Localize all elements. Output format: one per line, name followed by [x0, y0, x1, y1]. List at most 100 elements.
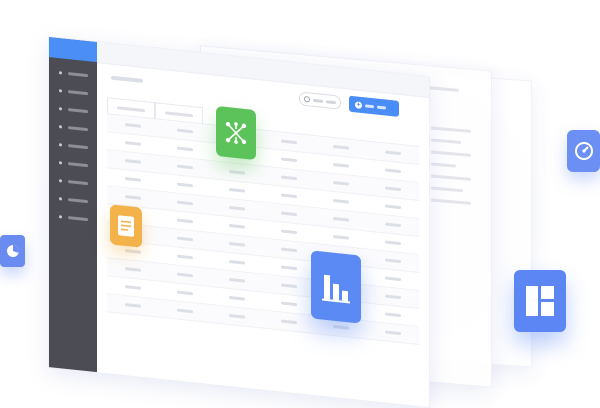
cell-placeholder-bar: [125, 267, 141, 272]
cell-placeholder-bar: [177, 236, 193, 242]
search-input[interactable]: [299, 91, 341, 110]
cell-placeholder-bar: [333, 180, 349, 186]
bar-chart-tile: [311, 250, 361, 324]
cell-placeholder-bar: [385, 294, 401, 300]
table-cell: [211, 294, 263, 302]
table-cell: [315, 215, 367, 223]
table-cell: [263, 228, 315, 236]
add-button-label-bar: [377, 105, 386, 110]
table-cell: [159, 181, 211, 189]
gauge-tile: [567, 130, 600, 172]
table-cell: [107, 157, 159, 165]
table-cell: [211, 204, 263, 212]
plus-icon: +: [355, 100, 362, 109]
cell-placeholder-bar: [385, 186, 401, 192]
cell-placeholder-bar: [281, 193, 297, 199]
table-cell: [159, 235, 211, 243]
table-cell: [315, 161, 367, 169]
back-window-1-header: [429, 86, 459, 92]
table-body: [107, 114, 419, 345]
table-cell: [159, 289, 211, 297]
window-stack: +: [0, 0, 600, 408]
main-window: +: [48, 36, 430, 408]
table-cell: [263, 174, 315, 182]
data-table: [107, 97, 419, 345]
cell-placeholder-bar: [281, 319, 297, 325]
gauge-icon: [574, 141, 594, 161]
bar-chart-icon: [321, 268, 351, 305]
back-window-1-lines: [431, 126, 471, 213]
cell-placeholder-bar: [177, 182, 193, 188]
table-cell: [315, 179, 367, 187]
add-button[interactable]: +: [349, 95, 399, 117]
table-cell: [367, 239, 419, 247]
cell-placeholder-bar: [229, 188, 245, 193]
table-cell: [211, 222, 263, 230]
table-cell: [107, 301, 159, 309]
sidebar-item[interactable]: [49, 206, 97, 229]
cell-placeholder-bar: [177, 146, 193, 152]
cell-placeholder-bar: [333, 198, 349, 204]
cell-placeholder-bar: [177, 218, 193, 224]
table-cell: [159, 307, 211, 315]
cell-placeholder-bar: [229, 278, 245, 283]
table-cell: [159, 145, 211, 153]
table-cell: [263, 210, 315, 218]
cell-placeholder-bar: [281, 211, 297, 217]
table-cell: [263, 156, 315, 164]
table-cell: [263, 246, 315, 254]
cell-placeholder-bar: [229, 242, 245, 247]
cell-placeholder-bar: [281, 157, 297, 163]
table-cell: [107, 283, 159, 291]
cell-placeholder-bar: [177, 164, 193, 170]
cell-placeholder-bar: [229, 296, 245, 301]
cell-placeholder-bar: [229, 206, 245, 211]
layout-tile: [514, 270, 566, 332]
table-cell: [367, 149, 419, 157]
cell-placeholder-bar: [281, 301, 297, 307]
cell-placeholder-bar: [125, 177, 141, 182]
layout-grid-icon: [525, 285, 555, 317]
table-cell: [263, 318, 315, 326]
network-graph-tile: [216, 105, 256, 161]
cell-placeholder-bar: [125, 195, 141, 200]
table-cell: [159, 199, 211, 207]
cell-placeholder-bar: [177, 128, 193, 134]
page-title-placeholder: [111, 75, 143, 83]
table-cell: [367, 221, 419, 229]
cell-placeholder-bar: [177, 254, 193, 260]
cell-placeholder-bar: [281, 175, 297, 181]
main-content: +: [97, 62, 429, 407]
table-cell: [211, 186, 263, 194]
cell-placeholder-bar: [281, 139, 297, 145]
table-cell: [159, 217, 211, 225]
cell-placeholder-bar: [125, 123, 141, 128]
table-cell: [211, 276, 263, 284]
cell-placeholder-bar: [177, 308, 193, 314]
cell-placeholder-bar: [229, 224, 245, 229]
table-cell: [211, 312, 263, 320]
cell-placeholder-bar: [385, 330, 401, 336]
table-cell: [367, 311, 419, 319]
table-cell: [211, 168, 263, 176]
cell-placeholder-bar: [333, 324, 349, 330]
cell-placeholder-bar: [333, 216, 349, 222]
table-cell: [159, 271, 211, 279]
cell-placeholder-bar: [281, 247, 297, 253]
cell-placeholder-bar: [229, 170, 245, 175]
table-cell: [107, 265, 159, 273]
table-cell: [367, 185, 419, 193]
cell-placeholder-bar: [385, 222, 401, 228]
table-cell: [211, 258, 263, 266]
cell-placeholder-bar: [281, 265, 297, 271]
sidebar: [49, 37, 97, 373]
cell-placeholder-bar: [125, 303, 141, 308]
table-cell: [367, 275, 419, 283]
cell-placeholder-bar: [385, 240, 401, 246]
cell-placeholder-bar: [385, 168, 401, 174]
cell-placeholder-bar: [281, 229, 297, 235]
table-cell: [263, 192, 315, 200]
cell-placeholder-bar: [385, 258, 401, 264]
cell-placeholder-bar: [385, 150, 401, 156]
cell-placeholder-bar: [333, 144, 349, 150]
